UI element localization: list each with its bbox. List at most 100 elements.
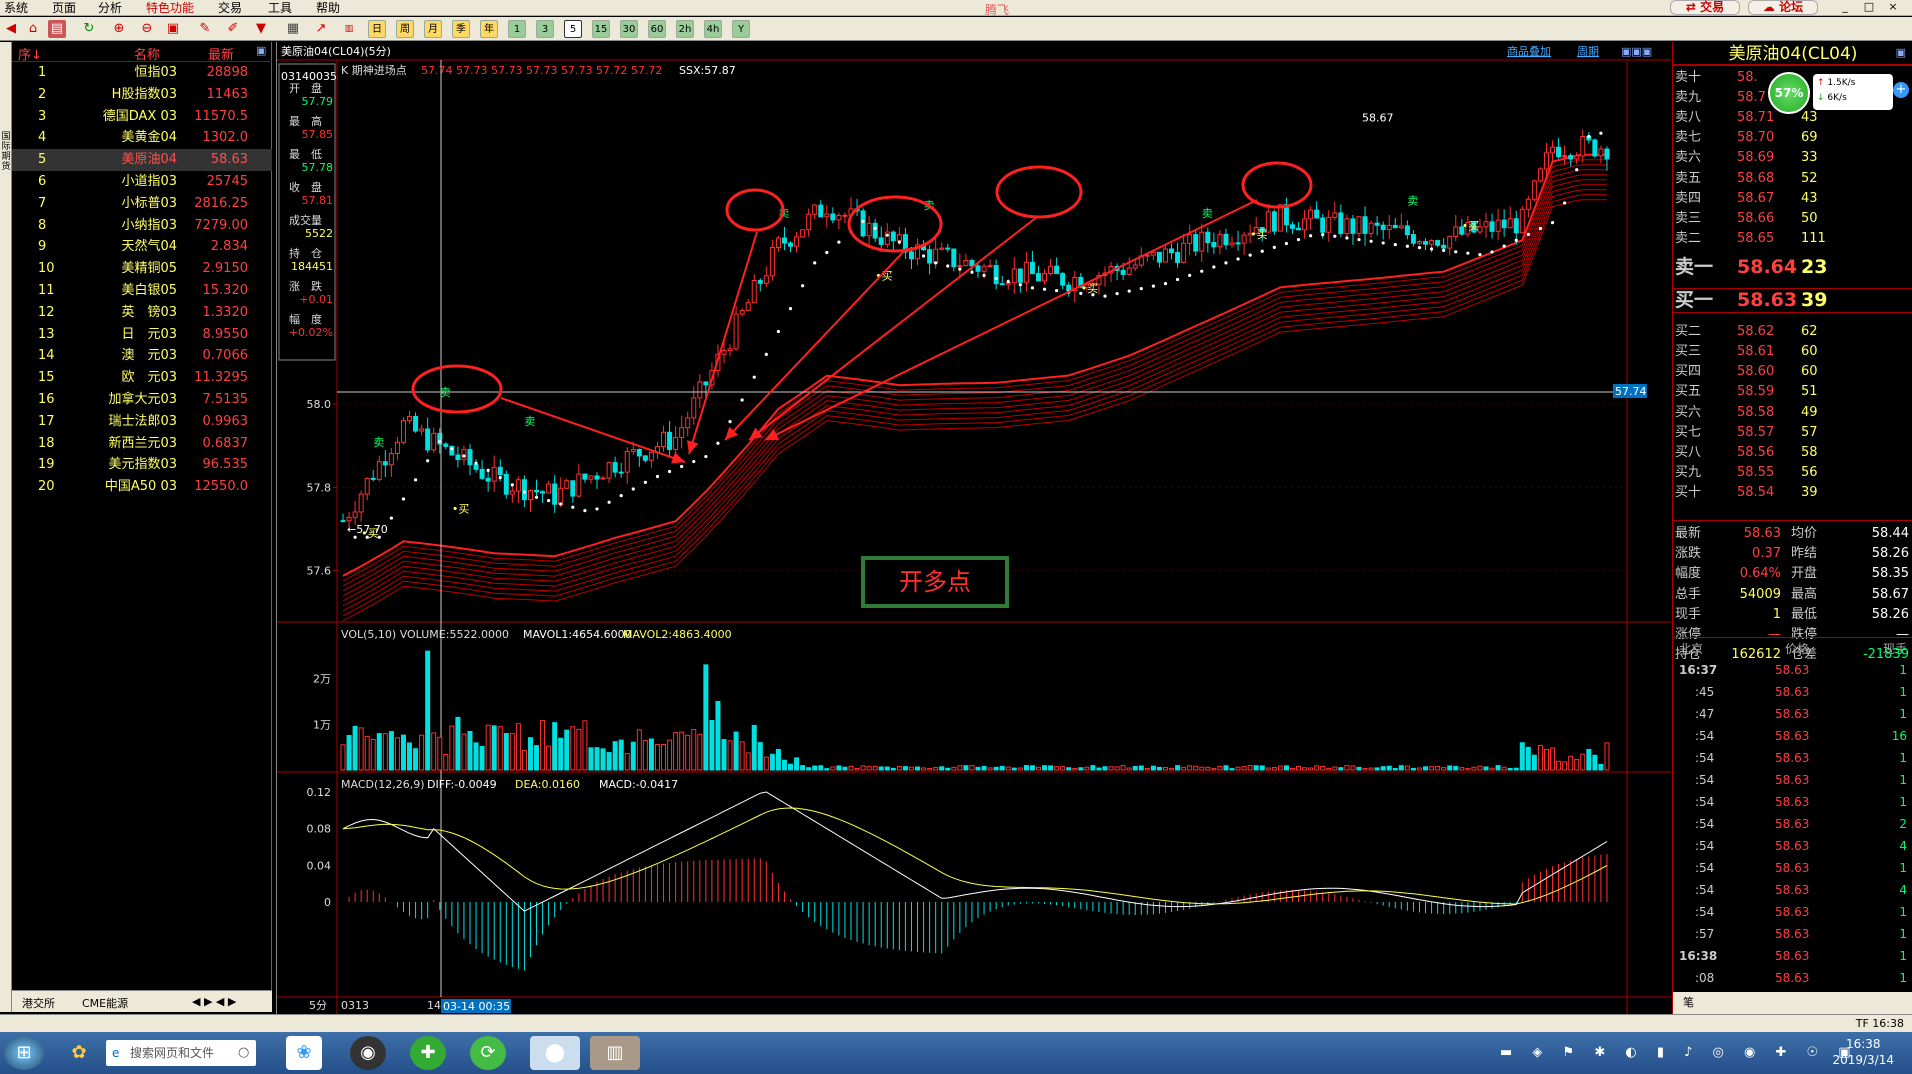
search-icon[interactable]: ○ [238,1045,249,1060]
folder-icon[interactable]: ▥ [590,1036,640,1070]
panel-toggle-icon[interactable]: ▣ [1896,46,1906,59]
tab-ticks[interactable]: 笔 [1683,996,1694,1009]
watchlist-row[interactable]: 13 日 元03 8.9550 [12,324,272,346]
kline-icon[interactable]: ▥ [340,20,358,38]
trading-app-icon[interactable]: ⬤ [530,1036,580,1070]
app-360-icon[interactable]: ✿ [54,1036,104,1070]
col-name[interactable]: 名称 [134,44,160,63]
clock[interactable]: 16:38 2019/3/14 [1832,1036,1894,1068]
period-4h[interactable]: 4h [704,20,722,38]
bid-level[interactable]: 买七 58.57 57 [1673,423,1912,443]
col-last[interactable]: 最新 [208,44,234,63]
bid-level[interactable]: 买六 58.58 49 [1673,403,1912,423]
search-input[interactable]: 搜索网页和文件 [106,1040,256,1066]
bid-level[interactable]: 买五 58.59 51 [1673,382,1912,402]
period-week[interactable]: 周 [396,20,414,38]
period-year[interactable]: 年 [480,20,498,38]
watchlist-row[interactable]: 14 澳 元03 0.7066 [12,345,272,367]
filter-icon[interactable]: ▼ [252,20,270,38]
brush-icon[interactable]: ✐ [224,20,242,38]
watchlist-row[interactable]: 11 美白银05 15.320 [12,280,272,302]
watchlist-row[interactable]: 19 美元指数03 96.535 [12,454,272,476]
restore-icon[interactable]: □ [1862,1,1876,14]
bid-level[interactable]: 买三 58.61 60 [1673,342,1912,362]
chart-area[interactable]: 美原油04(CL04)(5分) 商品叠加 周期 ▣▣▣ K 期神进场点 57.74 57.… [276,42,1671,1014]
menu-help[interactable]: 帮助 [316,1,340,15]
period-y[interactable]: Y [732,20,750,38]
menu-trade[interactable]: 交易 [218,1,242,15]
security-icon[interactable]: ✚ [410,1036,446,1070]
watchlist-row[interactable]: 20 中国A50 03 12550.0 [12,476,272,498]
period-3m[interactable]: 3 [536,20,554,38]
ask-level[interactable]: 卖六 58.69 33 [1673,148,1912,168]
forum-button[interactable]: ☁ 论坛 [1748,0,1818,15]
period-day[interactable]: 日 [368,20,386,38]
bid-level[interactable]: 买九 58.55 56 [1673,463,1912,483]
add-icon[interactable]: + [1893,82,1909,98]
period-60m[interactable]: 60 [648,20,666,38]
watchlist-row[interactable]: 5 美原油04 58.63 [12,149,272,172]
tab-cme-energy[interactable]: CME能源 [82,995,128,1011]
watchlist-row[interactable]: 18 新西兰元03 0.6837 [12,433,272,455]
home-icon[interactable]: ⌂ [24,20,42,38]
watchlist-row[interactable]: 4 美黄金04 1302.0 [12,127,272,149]
ask-level[interactable]: 卖四 58.67 43 [1673,189,1912,209]
ask-level[interactable]: 卖三 58.66 50 [1673,209,1912,229]
watchlist-row[interactable]: 1 恒指03 28898 [12,62,272,84]
bid-level[interactable]: 买二 58.62 62 [1673,322,1912,342]
period-season[interactable]: 季 [452,20,470,38]
watchlist-row[interactable]: 7 小标普03 2816.25 [12,193,272,215]
period-2h[interactable]: 2h [676,20,694,38]
minimize-icon[interactable]: _ [1838,1,1852,14]
watchlist-row[interactable]: 10 美精铜05 2.9150 [12,258,272,280]
ask-level[interactable]: 卖二 58.65 111 [1673,229,1912,249]
watchlist-row[interactable]: 8 小纳指03 7279.00 [12,215,272,237]
period-15m[interactable]: 15 [592,20,610,38]
period-5m[interactable]: 5 [564,20,582,38]
quote-bottom-tab[interactable]: 笔 [1673,992,1912,1014]
refresh-icon[interactable]: ↻ [80,20,98,38]
watchlist-row[interactable]: 17 瑞士法郎03 0.9963 [12,411,272,433]
tray-icons[interactable]: ▬ ◈ ⚑ ✱ ◐ ▮ ♪ ◎ ◉ ✚ ☉ ▣ [1500,1045,1859,1060]
table-icon[interactable]: ▦ [284,20,302,38]
menu-analysis[interactable]: 分析 [98,1,122,15]
ask-level[interactable]: 卖七 58.70 69 [1673,128,1912,148]
panel-toggle-icon[interactable]: ▣ [256,44,266,57]
menu-tools[interactable]: 工具 [268,1,292,15]
watchlist-row[interactable]: 15 欧 元03 11.3295 [12,367,272,389]
bid-level[interactable]: 买四 58.60 60 [1673,362,1912,382]
watchlist-row[interactable]: 3 德国DAX 03 11570.5 [12,106,272,128]
period-month[interactable]: 月 [424,20,442,38]
window-icon[interactable]: ▣ [164,20,182,38]
tab-hkex[interactable]: 港交所 [22,995,55,1011]
watchlist-row[interactable]: 12 英 镑03 1.3320 [12,302,272,324]
col-seq[interactable]: 序↓ [18,44,42,63]
bid-level[interactable]: 买十 58.54 39 [1673,483,1912,503]
watchlist-row[interactable]: 6 小道指03 25745 [12,171,272,193]
quote-icon[interactable]: ▤ [48,20,66,38]
period-30m[interactable]: 30 [620,20,638,38]
period-1m[interactable]: 1 [508,20,526,38]
bid-level[interactable]: 买八 58.56 58 [1673,443,1912,463]
close-icon[interactable]: × [1886,1,1900,14]
zoom-in-icon[interactable]: ⊕ [110,20,128,38]
ask-level[interactable]: 卖五 58.68 52 [1673,169,1912,189]
ask-level[interactable]: 卖一 58.64 23 [1673,257,1912,277]
update-icon[interactable]: ⟳ [470,1036,506,1070]
watchlist-row[interactable]: 2 H股指数03 11463 [12,84,272,106]
menu-page[interactable]: 页面 [52,1,76,15]
nox-icon[interactable]: ◉ [350,1036,386,1070]
side-tab-label[interactable]: 国际期货 [0,132,12,172]
pen-icon[interactable]: ✎ [196,20,214,38]
scroll-arrows-icon[interactable]: ◀ ▶ ◀ ▶ [192,995,236,1008]
start-icon[interactable]: ⊞ [4,1036,44,1070]
left-side-tabs[interactable]: 国际期货 [0,42,12,1012]
watchlist-row[interactable]: 16 加拿大元03 7.5135 [12,389,272,411]
trade-button[interactable]: ⇄ 交易 [1670,0,1740,15]
kline-chart[interactable]: 美原油04(CL04)(5分) 商品叠加 周期 ▣▣▣ K 期神进场点 57.74 57.… [277,42,1671,1014]
watchlist-row[interactable]: 9 天然气04 2.834 [12,236,272,258]
menu-features[interactable]: 特色功能 [146,1,194,15]
back-icon[interactable]: ◀ [2,20,20,38]
line-chart-icon[interactable]: ↗ [312,20,330,38]
bid-level[interactable]: 买一 58.63 39 [1673,290,1912,310]
